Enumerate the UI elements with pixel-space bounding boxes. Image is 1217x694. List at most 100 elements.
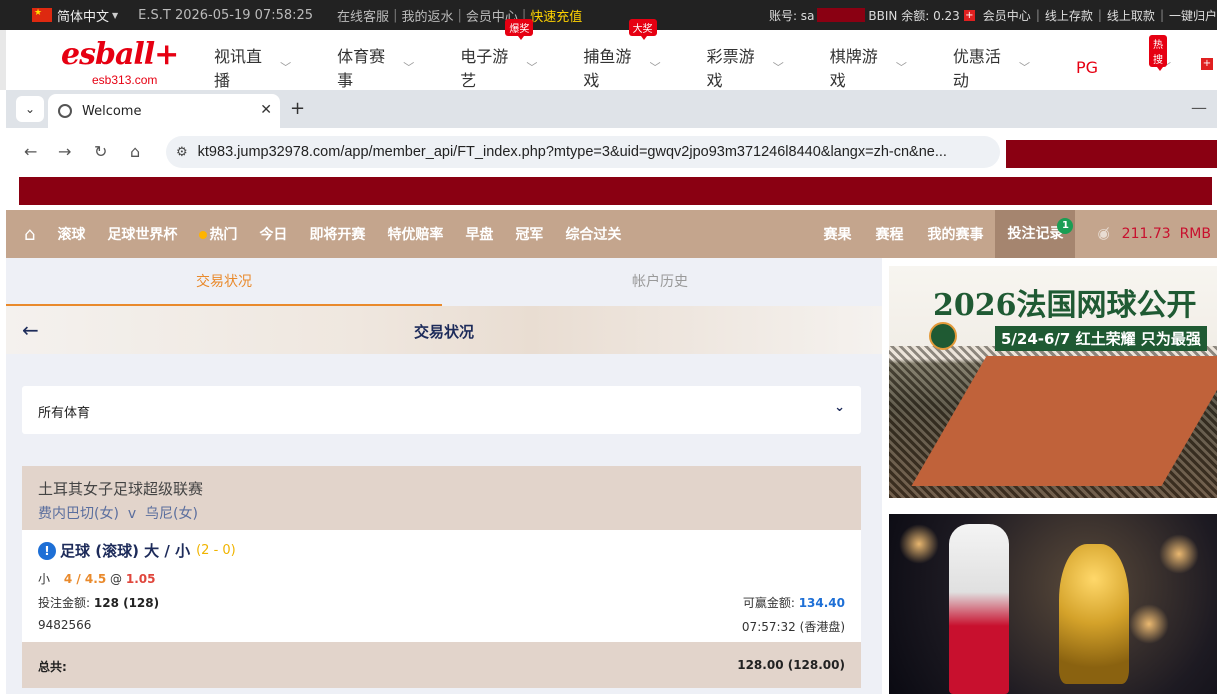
sport-filter-select[interactable]: 所有体育 ⌄	[22, 386, 861, 434]
nav-sports[interactable]: 体育赛事 ﹀	[337, 43, 414, 91]
tab-search-button[interactable]: ⌄	[16, 96, 44, 122]
nav-fishing[interactable]: 大奖 捕鱼游戏 ﹀	[583, 19, 661, 91]
sports-nav-early[interactable]: 早盘	[465, 224, 493, 244]
caret-down-icon[interactable]: ▼	[112, 11, 118, 20]
browser-tab[interactable]: Welcome ✕	[48, 94, 280, 128]
language-selector[interactable]: 简体中文	[57, 6, 109, 25]
link-one-click-transfer[interactable]: 一键归户	[1169, 7, 1217, 24]
redacted-area	[1006, 140, 1217, 168]
sports-nav-schedule[interactable]: 赛程	[875, 224, 903, 244]
nav-badge: 爆奖	[505, 19, 534, 40]
site-logo[interactable]: esball+	[61, 40, 179, 70]
sports-nav-right: 赛果 赛程 我的赛事 投注记录 1 ◉̸ 211.73 RMB	[799, 210, 1217, 258]
nav-label: 捕鱼游戏	[583, 47, 632, 90]
promo-banner-tennis[interactable]: 2026法国网球公开 5/24-6/7 红土荣耀 只为最强	[889, 266, 1217, 498]
site-header: esball+ esb313.com 视讯直播 ﹀ 体育赛事 ﹀ 爆奖 电子游艺 ﹀ 大…	[0, 19, 1217, 91]
forward-arrow-icon[interactable]: →	[58, 142, 71, 161]
balance-display: 211.73 RMB	[1122, 226, 1211, 242]
link-online-service[interactable]: 在线客服	[337, 6, 389, 25]
chevron-down-icon: ﹀	[649, 61, 661, 74]
sports-nav-upcoming[interactable]: 即将开赛	[309, 224, 365, 244]
vs-label: v	[127, 506, 137, 522]
address-bar: ← → ↻ ⌂ ⚙ kt983.jump32978.com/app/member…	[6, 128, 1217, 176]
minimize-icon[interactable]: —	[1191, 98, 1207, 117]
live-score: (2 - 0)	[196, 543, 236, 558]
chevron-down-icon: ﹀	[526, 61, 538, 74]
close-icon[interactable]: ✕	[260, 102, 272, 118]
link-online-deposit[interactable]: 线上存款	[1045, 7, 1093, 24]
separator: |	[1159, 8, 1164, 22]
nav-card-games[interactable]: 棋牌游戏 ﹀	[830, 43, 907, 91]
balance-currency: RMB	[1179, 226, 1211, 242]
account-area: 账号: sa BBIN 余额: 0.23 + 会员中心 | 线上存款 | 线上取…	[769, 0, 1217, 30]
nav-label: 视讯直播	[214, 47, 263, 90]
chevron-down-icon: ﹀	[280, 61, 292, 74]
tab-account-history[interactable]: 帐户历史	[442, 258, 878, 306]
sports-nav-special-odds[interactable]: 特优赔率	[387, 224, 443, 244]
bet-count-badge: 1	[1057, 218, 1074, 234]
top-bar: 简体中文 ▼ E.S.T 2026-05-19 07:58:25 在线客服 | …	[0, 0, 1217, 30]
firework-icon	[899, 524, 939, 564]
market-name: 足球 (滚球) 大 / 小	[60, 542, 191, 560]
handicap: 4 / 4.5	[63, 572, 107, 586]
tab-title: Welcome	[82, 103, 142, 119]
home-icon[interactable]: ⌂	[130, 142, 140, 161]
nav-promotions[interactable]: 优惠活动 ﹀	[953, 43, 1030, 91]
home-icon[interactable]: ⌂	[24, 224, 35, 245]
sports-nav-world-cup[interactable]: 足球世界杯	[107, 224, 177, 244]
hide-balance-icon[interactable]: ◉̸	[1097, 226, 1109, 242]
tab-transaction-status[interactable]: 交易状况	[6, 258, 442, 306]
link-member-center-right[interactable]: 会员中心	[983, 7, 1031, 24]
browser-tab-strip: ⌄ Welcome ✕ + —	[6, 90, 1217, 128]
status-header: ← 交易状况	[6, 306, 882, 354]
link-my-rebate[interactable]: 我的返水	[401, 6, 453, 25]
sports-nav-outright[interactable]: 冠军	[515, 224, 543, 244]
add-funds-icon[interactable]: +	[963, 9, 975, 21]
at-sign: @	[110, 572, 123, 586]
sports-nav-bet-records[interactable]: 投注记录 1	[995, 210, 1076, 258]
promo-title: 2026法国网球公开	[933, 288, 1197, 323]
nav-lottery[interactable]: 彩票游戏 ﹀	[707, 43, 784, 91]
promo-banner-world-cup[interactable]	[889, 514, 1217, 694]
sports-nav-today[interactable]: 今日	[259, 224, 287, 244]
top-links: 在线客服 | 我的返水 | 会员中心 | 快速充值	[337, 6, 582, 25]
plus-icon[interactable]: +	[1201, 58, 1213, 70]
sport-filter-value: 所有体育	[38, 406, 91, 421]
roland-garros-logo-icon	[929, 322, 957, 350]
site-settings-icon[interactable]: ⚙	[176, 145, 188, 160]
sports-nav-hot-label: 热门	[209, 227, 238, 243]
page-title: 交易状况	[413, 323, 474, 341]
nav-pg[interactable]: PG	[1076, 58, 1098, 77]
new-tab-button[interactable]: +	[290, 98, 305, 119]
home-team: 费内巴切(女)	[38, 506, 119, 522]
url-field[interactable]: ⚙ kt983.jump32978.com/app/member_api/FT_…	[166, 136, 1000, 168]
link-online-withdraw[interactable]: 线上取款	[1107, 7, 1155, 24]
balance-amount: 211.73	[1121, 226, 1171, 242]
url-text: kt983.jump32978.com/app/member_api/FT_in…	[197, 144, 947, 160]
firework-icon	[1159, 534, 1199, 574]
nav-hot-search[interactable]: 热搜 ﹀	[1149, 35, 1171, 75]
reload-icon[interactable]: ↻	[94, 142, 107, 161]
sports-nav-results[interactable]: 赛果	[823, 224, 851, 244]
separator: |	[457, 7, 462, 23]
nav-live-video[interactable]: 视讯直播 ﹀	[214, 43, 291, 91]
total-value: 128.00 (128.00)	[737, 658, 845, 672]
nav-slots[interactable]: 爆奖电子游艺 ﹀	[460, 19, 538, 91]
bbin-balance: BBIN 余额: 0.23	[868, 8, 960, 23]
chevron-down-icon: ﹀	[772, 61, 784, 74]
sports-nav-my-events[interactable]: 我的赛事	[927, 224, 983, 244]
back-arrow-icon[interactable]: ←	[24, 142, 37, 161]
sports-nav-hot[interactable]: 热门	[199, 224, 237, 244]
china-flag-icon	[32, 8, 52, 22]
away-team: 乌尼(女)	[145, 506, 198, 522]
sports-nav-live[interactable]: 滚球	[57, 224, 85, 244]
promo-sidebar: 2026法国网球公开 5/24-6/7 红土荣耀 只为最强	[882, 258, 1217, 694]
chevron-down-icon: ﹀	[403, 61, 415, 74]
link-quick-deposit[interactable]: 快速充值	[530, 6, 582, 25]
nav-label: 电子游艺	[460, 47, 509, 90]
separator: |	[1035, 8, 1040, 22]
nav-label: 体育赛事	[337, 47, 386, 90]
odds: 1.05	[125, 572, 156, 586]
sports-nav-parlay[interactable]: 综合过关	[565, 224, 621, 244]
total-label: 总共:	[38, 660, 67, 674]
